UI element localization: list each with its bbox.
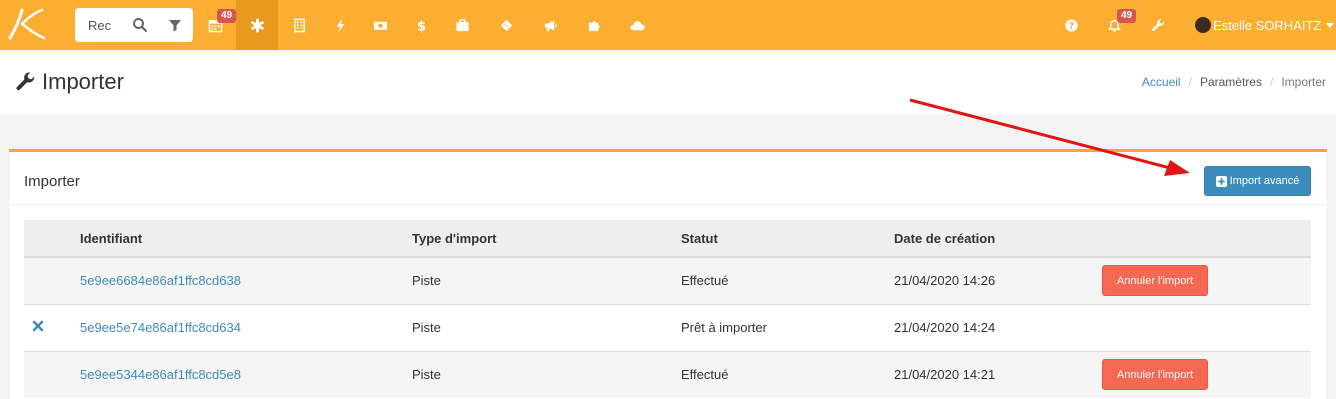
notifications-badge: 49 xyxy=(1117,9,1137,23)
cloud-icon[interactable] xyxy=(616,0,658,50)
table-header-row: Identifiant Type d'import Statut Date de… xyxy=(24,220,1311,258)
plus-square-icon xyxy=(1215,175,1227,187)
cancel-import-button[interactable]: Annuler l'import xyxy=(1102,359,1208,391)
user-menu[interactable]: Estelle SORHAITZ xyxy=(1195,17,1335,33)
import-type: Piste xyxy=(412,350,681,398)
import-id-link[interactable]: 5e9ee5e74e86af1ffc8cd634 xyxy=(80,320,241,335)
bolt-icon[interactable] xyxy=(319,0,361,50)
advanced-import-button[interactable]: Import avancé xyxy=(1204,166,1311,196)
svg-text:?: ? xyxy=(1068,20,1073,31)
top-navbar: Rec 49 $ ? 49 Estelle SORHAITZ xyxy=(0,0,1336,50)
import-date: 21/04/2020 14:21 xyxy=(894,350,1102,398)
importer-box: Importer Import avancé Identifiant Type … xyxy=(9,149,1327,399)
breadcrumb-home[interactable]: Accueil xyxy=(1142,75,1181,89)
search-input[interactable]: Rec xyxy=(88,18,111,33)
puzzle-icon[interactable] xyxy=(573,0,615,50)
cancel-import-button[interactable]: Annuler l'import xyxy=(1102,265,1208,297)
wrench-icon[interactable] xyxy=(1137,0,1179,50)
column-header-actions xyxy=(24,220,80,258)
bell-icon[interactable]: 49 xyxy=(1093,0,1137,50)
column-header-date[interactable]: Date de création xyxy=(894,220,1102,258)
column-header-statut[interactable]: Statut xyxy=(681,220,894,258)
avatar xyxy=(1195,17,1211,33)
empty-action-cell xyxy=(1102,303,1311,351)
column-header-identifiant[interactable]: Identifiant xyxy=(80,220,412,258)
search-box[interactable]: Rec xyxy=(75,8,193,42)
imports-table: Identifiant Type d'import Statut Date de… xyxy=(24,220,1311,398)
import-status: Effectué xyxy=(681,350,894,398)
row-remove-cell xyxy=(24,256,80,304)
calendar-badge: 49 xyxy=(217,9,237,23)
building-icon[interactable] xyxy=(278,0,320,50)
advanced-import-label: Import avancé xyxy=(1229,175,1300,187)
table-row: 5e9ee5344e86af1ffc8cd5e8 Piste Effectué … xyxy=(24,350,1311,398)
import-type: Piste xyxy=(412,303,681,351)
page-header: Importer Accueil / Paramètres / Importer xyxy=(0,50,1336,114)
k-logo-icon[interactable] xyxy=(6,6,46,42)
breadcrumb-separator: / xyxy=(1188,75,1192,89)
row-remove-cell xyxy=(24,350,80,398)
ticket-icon[interactable] xyxy=(485,0,527,50)
wrench-icon xyxy=(16,72,35,91)
table-row: 5e9ee5e74e86af1ffc8cd634 Piste Prêt à im… xyxy=(24,303,1311,351)
import-date: 21/04/2020 14:24 xyxy=(894,303,1102,351)
import-type: Piste xyxy=(412,256,681,304)
close-icon[interactable] xyxy=(32,320,44,332)
column-header-type[interactable]: Type d'import xyxy=(412,220,681,258)
filter-icon[interactable] xyxy=(167,17,183,33)
breadcrumb-settings: Paramètres xyxy=(1199,75,1262,89)
import-status: Prêt à importer xyxy=(681,303,894,351)
page-title-text: Importer xyxy=(42,69,124,94)
import-id-link[interactable]: 5e9ee6684e86af1ffc8cd638 xyxy=(80,273,241,288)
column-header-action-button xyxy=(1102,220,1311,258)
table-row: 5e9ee6684e86af1ffc8cd638 Piste Effectué … xyxy=(24,256,1311,304)
import-status: Effectué xyxy=(681,256,894,304)
dollar-icon[interactable]: $ xyxy=(400,0,442,50)
chevron-down-icon xyxy=(1326,22,1335,28)
box-title: Importer xyxy=(24,173,80,190)
import-id-link[interactable]: 5e9ee5344e86af1ffc8cd5e8 xyxy=(80,367,241,382)
money-icon[interactable] xyxy=(359,0,401,50)
asterisk-icon[interactable] xyxy=(236,0,278,50)
search-icon[interactable] xyxy=(132,17,148,33)
briefcase-icon[interactable] xyxy=(441,0,483,50)
import-date: 21/04/2020 14:26 xyxy=(894,256,1102,304)
breadcrumb-current: Importer xyxy=(1281,75,1326,89)
question-circle-icon[interactable]: ? xyxy=(1050,0,1092,50)
user-name: Estelle SORHAITZ xyxy=(1213,17,1322,33)
megaphone-icon[interactable] xyxy=(529,0,571,50)
box-divider xyxy=(9,204,1327,205)
breadcrumb-separator: / xyxy=(1269,75,1274,89)
page-title: Importer xyxy=(15,69,124,95)
calendar-icon[interactable]: 49 xyxy=(194,0,237,50)
breadcrumb: Accueil / Paramètres / Importer xyxy=(1142,75,1326,89)
svg-text:$: $ xyxy=(416,19,425,32)
